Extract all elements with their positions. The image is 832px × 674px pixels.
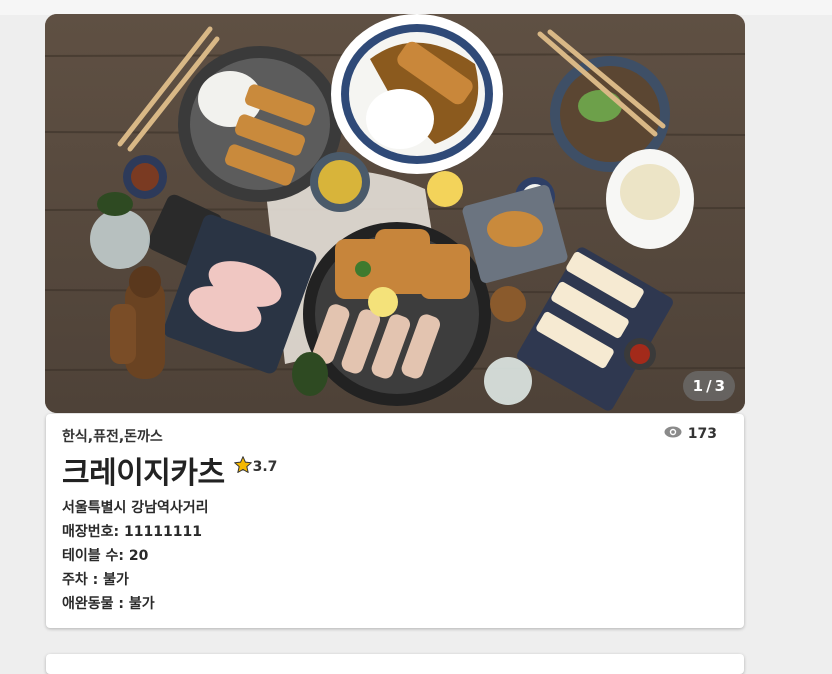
pets-value: 불가	[128, 596, 155, 612]
current-page: 1	[692, 377, 704, 395]
restaurant-name: 크레이지카츠	[62, 456, 225, 491]
parking-value: 불가	[103, 572, 129, 588]
page-separator: /	[706, 377, 712, 395]
star-icon	[233, 455, 253, 479]
tables-row: 테이블 수: 20	[62, 544, 209, 568]
rating: 3.7	[233, 455, 278, 479]
restaurant-info-card[interactable]: 한식,퓨전,돈까스 173 크레이지카츠 3.7 서울특별시 강남역사거리 매장…	[46, 414, 744, 628]
restaurant-details: 서울특별시 강남역사거리 매장번호: 11111111 테이블 수: 20 주차…	[62, 496, 209, 616]
parking-label: 주차 :	[62, 572, 99, 588]
parking-row: 주차 : 불가	[62, 568, 209, 592]
eye-icon	[664, 426, 682, 442]
next-card-partial	[46, 654, 744, 674]
restaurant-photo-carousel[interactable]: 1 / 3	[45, 14, 745, 413]
tables-label: 테이블 수:	[62, 548, 124, 564]
phone-label: 매장번호:	[62, 524, 120, 540]
pets-row: 애완동물 : 불가	[62, 592, 209, 616]
pets-label: 애완동물 :	[62, 596, 124, 612]
phone-row: 매장번호: 11111111	[62, 520, 209, 544]
phone-value: 11111111	[124, 524, 202, 540]
top-bar	[0, 0, 832, 15]
tables-value: 20	[128, 548, 149, 564]
carousel-page-indicator: 1 / 3	[682, 371, 735, 401]
view-count: 173	[664, 426, 717, 442]
view-count-value: 173	[687, 426, 717, 442]
restaurant-categories: 한식,퓨전,돈까스	[62, 429, 163, 445]
address: 서울특별시 강남역사거리	[62, 500, 209, 516]
total-pages: 3	[714, 377, 725, 395]
restaurant-food-photo	[45, 14, 745, 413]
title-row: 크레이지카츠 3.7	[62, 448, 277, 492]
rating-value: 3.7	[252, 459, 278, 475]
